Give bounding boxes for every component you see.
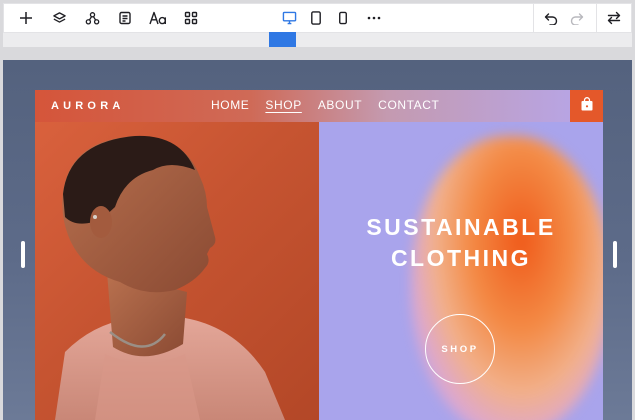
- resize-handle-left[interactable]: [21, 241, 25, 268]
- nav-item-shop[interactable]: SHOP: [265, 98, 301, 112]
- active-device-indicator: [269, 32, 296, 47]
- toolbar-substrip: [3, 33, 632, 47]
- toolbar-divider: [596, 4, 597, 32]
- nav-item-about[interactable]: ABOUT: [318, 98, 362, 112]
- site-nav: HOME SHOP ABOUT CONTACT: [211, 98, 439, 112]
- hero-title-line2: CLOTHING: [390, 245, 532, 271]
- toolbar-divider: [533, 4, 534, 32]
- editor-toolbar: [3, 3, 632, 33]
- shop-button[interactable]: SHOP: [425, 314, 495, 384]
- shopping-bag-icon: [581, 96, 593, 116]
- toolbar-right-group: [533, 4, 631, 32]
- pages-icon[interactable]: [112, 5, 138, 31]
- layers-icon[interactable]: [46, 5, 72, 31]
- hero-photo: [35, 122, 319, 420]
- resize-handle-right[interactable]: [613, 241, 617, 268]
- mobile-view-icon[interactable]: [330, 5, 356, 31]
- device-switcher: [276, 5, 387, 31]
- redo-icon[interactable]: [564, 5, 590, 31]
- cart-button[interactable]: [570, 90, 603, 122]
- typography-icon[interactable]: [145, 5, 171, 31]
- hero-title-line1: SUSTAINABLE: [366, 214, 556, 240]
- tablet-view-icon[interactable]: [303, 5, 329, 31]
- swap-icon[interactable]: [601, 5, 627, 31]
- nav-item-contact[interactable]: CONTACT: [378, 98, 439, 112]
- hero-title: SUSTAINABLE CLOTHING: [319, 212, 603, 274]
- model-portrait-image: [55, 135, 285, 420]
- site-preview: AURORA HOME SHOP ABOUT CONTACT SUSTAINAB…: [35, 90, 603, 420]
- site-header: AURORA HOME SHOP ABOUT CONTACT: [35, 90, 603, 122]
- toolbar-left-group: [13, 5, 204, 31]
- components-icon[interactable]: [79, 5, 105, 31]
- apps-grid-icon[interactable]: [178, 5, 204, 31]
- site-logo[interactable]: AURORA: [51, 100, 124, 112]
- add-icon[interactable]: [13, 5, 39, 31]
- desktop-view-icon[interactable]: [276, 5, 302, 31]
- more-horizontal-icon[interactable]: [361, 5, 387, 31]
- nav-item-home[interactable]: HOME: [211, 98, 249, 112]
- undo-icon[interactable]: [538, 5, 564, 31]
- hero-panel: SUSTAINABLE CLOTHING SHOP: [319, 122, 603, 420]
